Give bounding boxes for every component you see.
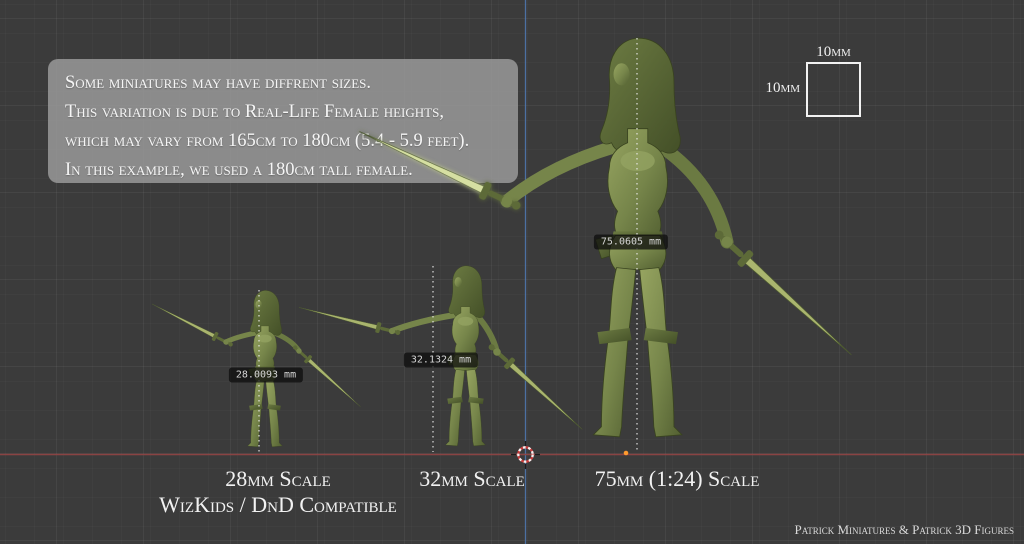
- sword-icon: [710, 225, 859, 361]
- figures-layer: [0, 0, 1024, 544]
- arm: [507, 147, 614, 201]
- caption-wizkids-compatible: WizKids / DnD Compatible: [159, 492, 397, 518]
- caption-32mm-scale: 32mm Scale: [419, 466, 525, 492]
- sword-icon: [298, 303, 402, 339]
- reference-square-top-label: 10mm: [806, 44, 861, 61]
- measurement-lines: [259, 38, 637, 452]
- arm: [392, 315, 455, 331]
- sword-icon: [485, 340, 587, 434]
- measurement-label-28mm: 28.0093 mm: [229, 368, 303, 383]
- measurement-label-32mm: 32.1324 mm: [404, 353, 478, 368]
- reference-square-10mm: [806, 62, 861, 117]
- reference-square-side-label: 10mm: [726, 80, 800, 97]
- caption-75mm-scale: 75mm (1:24) Scale: [595, 466, 760, 492]
- arm: [662, 147, 727, 242]
- measurement-label-75mm: 75.0605 mm: [594, 235, 668, 250]
- arm: [226, 333, 256, 342]
- caption-28mm-scale: 28mm Scale: [225, 466, 331, 492]
- watermark-text: Patrick Miniatures & Patrick 3D Figures: [794, 522, 1014, 538]
- sword-icon: [150, 300, 235, 349]
- sword-icon: [355, 124, 524, 216]
- 3d-viewport[interactable]: Some miniatures may have diffrent sizes.…: [0, 0, 1024, 544]
